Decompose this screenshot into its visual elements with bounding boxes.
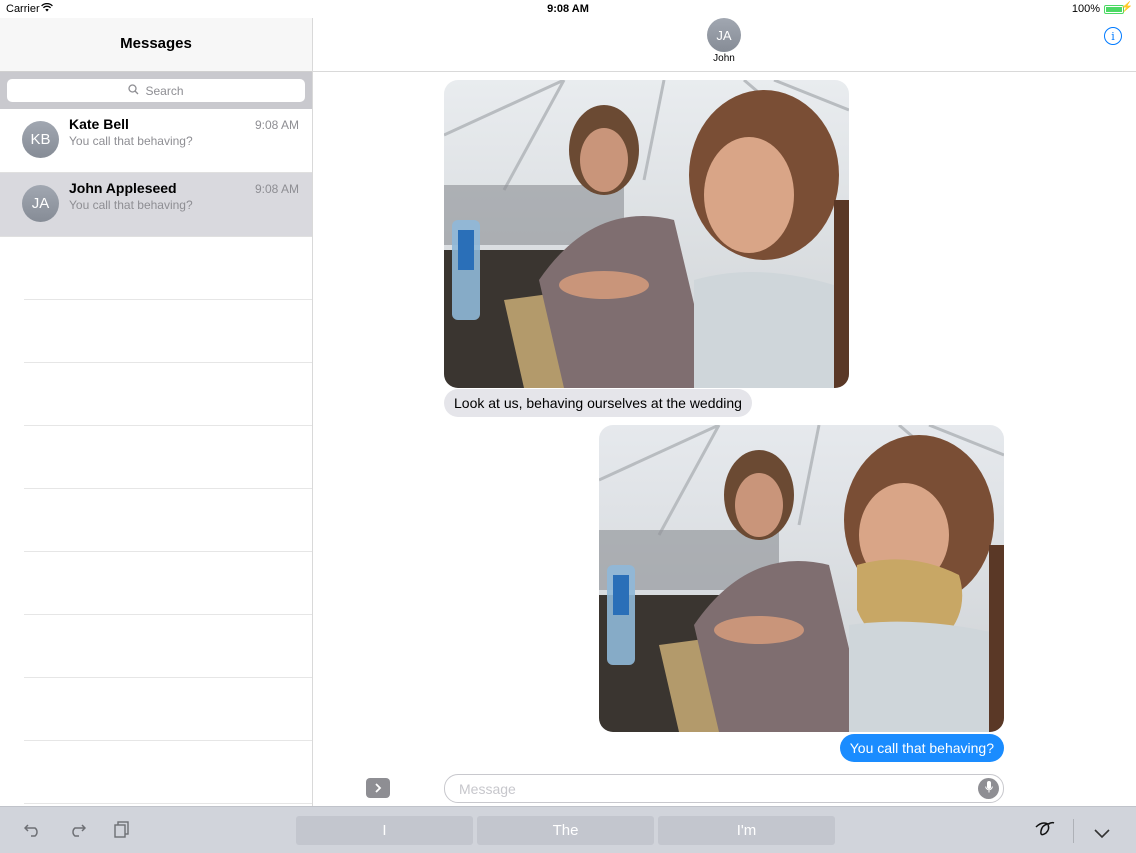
incoming-message[interactable]: Look at us, behaving ourselves at the we… [444, 389, 752, 417]
empty-row [24, 237, 312, 300]
search-input[interactable]: Search [7, 79, 305, 102]
divider [1073, 819, 1074, 843]
paste-icon[interactable] [114, 821, 130, 843]
empty-row [24, 678, 312, 741]
conversation-time: 9:08 AM [254, 118, 299, 132]
suggestion-2[interactable]: The [477, 816, 654, 845]
conversation-name: Kate Bell [69, 116, 129, 132]
sidebar-header: Messages [0, 18, 312, 72]
conversation-name: John Appleseed [69, 180, 177, 196]
conversation-john-appleseed[interactable]: JA John Appleseed 9:08 AM You call that … [0, 173, 312, 237]
empty-row [24, 426, 312, 489]
incoming-photo[interactable] [444, 80, 849, 388]
status-bar: Carrier 9:08 AM 100% ⚡ [0, 0, 1136, 18]
charging-icon: ⚡ [1120, 2, 1133, 13]
clock: 9:08 AM [547, 3, 589, 15]
battery-percentage: 100% [1071, 3, 1100, 15]
empty-row [24, 615, 312, 678]
outgoing-message[interactable]: You call that behaving? [839, 734, 1004, 762]
chat-header: JA John i [313, 18, 1136, 72]
avatar: KB [22, 121, 59, 158]
empty-row [24, 552, 312, 615]
contact-name[interactable]: John [694, 53, 754, 64]
contact-avatar[interactable]: JA [707, 18, 741, 52]
search-bar: Search [0, 72, 312, 109]
info-icon[interactable]: i [1104, 27, 1122, 45]
message-field[interactable] [444, 774, 1004, 803]
redo-icon[interactable] [68, 821, 87, 842]
conversation-preview: You call that behaving? [69, 134, 193, 148]
suggestion-3[interactable]: I'm [658, 816, 835, 845]
search-icon [128, 83, 139, 98]
empty-row [24, 489, 312, 552]
conversation-sidebar: Messages Search KB Kate Bell 9:08 AM You… [0, 18, 313, 806]
expand-apps-button[interactable] [366, 778, 390, 798]
microphone-icon [984, 780, 993, 798]
undo-icon[interactable] [23, 821, 42, 842]
empty-row [24, 741, 312, 804]
search-placeholder: Search [145, 83, 184, 98]
keyboard-shortcut-bar: I The I'm [0, 806, 1136, 853]
chevron-right-icon [374, 781, 382, 796]
microphone-button[interactable] [978, 778, 999, 799]
suggestion-1[interactable]: I [296, 816, 473, 845]
message-input[interactable] [457, 778, 961, 800]
conversation-kate-bell[interactable]: KB Kate Bell 9:08 AM You call that behav… [0, 109, 312, 173]
conversation-preview: You call that behaving? [69, 198, 193, 212]
empty-row [24, 300, 312, 363]
handwriting-icon[interactable] [1034, 819, 1056, 844]
conversation-time: 9:08 AM [254, 182, 299, 196]
dismiss-keyboard-icon[interactable] [1094, 823, 1110, 844]
avatar: JA [22, 185, 59, 222]
empty-row [24, 363, 312, 426]
outgoing-photo[interactable] [599, 425, 1004, 732]
page-title: Messages [120, 35, 192, 52]
